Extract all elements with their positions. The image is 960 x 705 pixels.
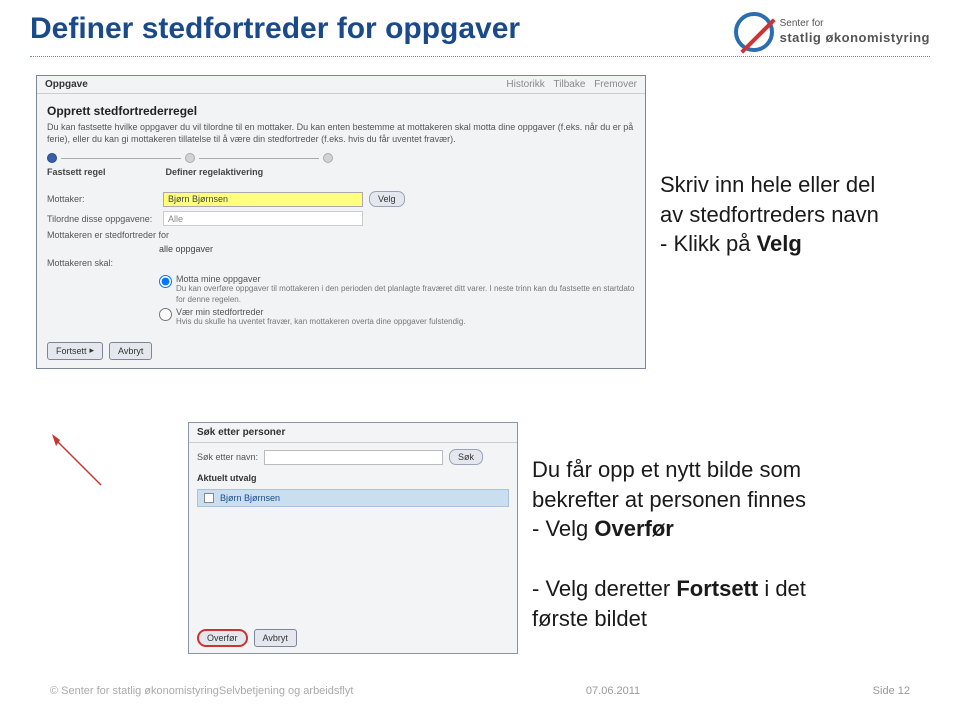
pointer-arrow [36, 440, 96, 480]
radio-stedfortreder-label: Vær min stedfortreder [176, 307, 466, 317]
skal-label: Mottakeren skal: [47, 258, 157, 268]
footer-left: © Senter for statlig økonomistyringSelvb… [50, 685, 353, 697]
step-2-label: Definer regelaktivering [166, 167, 264, 177]
footer-page: Side 12 [873, 685, 910, 697]
main-panel: Oppgave Historikk Tilbake Fremover Oppre… [36, 75, 646, 369]
annotation-3: - Velg deretter Fortsett i det første bi… [532, 574, 932, 633]
logo-line1: Senter for [780, 18, 930, 30]
radio-stedfortreder-sub: Hvis du skulle ha uventet fravær, kan mo… [176, 317, 466, 327]
mottaker-label: Mottaker: [47, 194, 157, 204]
tilordne-label: Tilordne disse oppgavene: [47, 214, 157, 224]
footer-date: 07.06.2011 [586, 685, 640, 697]
panel-top-left: Oppgave [45, 79, 88, 90]
step-1-label: Fastsett regel [47, 167, 106, 177]
overfor-button[interactable]: Overfør [197, 629, 248, 647]
back-link[interactable]: Tilbake [554, 79, 586, 90]
radio-stedfortreder[interactable] [159, 308, 172, 321]
search-input[interactable] [264, 450, 443, 465]
search-panel-head: Søk etter personer [189, 423, 517, 443]
search-result-row[interactable]: Bjørn Bjørnsen [197, 489, 509, 507]
result-checkbox-icon[interactable] [204, 493, 214, 503]
panel-desc: Du kan fastsette hvilke oppgaver du vil … [37, 122, 645, 153]
chevron-right-icon: ▸ [90, 345, 95, 356]
wizard-steps [37, 153, 645, 167]
step-2-bullet [185, 153, 195, 163]
page-title: Definer stedfortreder for oppgaver [30, 12, 520, 46]
radio-motta-label: Motta mine oppgaver [176, 274, 635, 284]
panel-heading: Opprett stedfortrederregel [37, 94, 645, 122]
result-name: Bjørn Bjørnsen [220, 493, 280, 503]
tilordne-input[interactable] [163, 211, 363, 226]
sf-label: Mottakeren er stedfortreder for [47, 230, 169, 240]
search-label: Søk etter navn: [197, 452, 258, 462]
logo-line2: statlig økonomistyring [780, 30, 930, 46]
avbryt-button-sub[interactable]: Avbryt [254, 629, 297, 647]
logo: Senter for statlig økonomistyring [734, 12, 930, 52]
footer: © Senter for statlig økonomistyringSelvb… [0, 685, 960, 697]
fortsett-button[interactable]: Fortsett▸ [47, 342, 103, 360]
annotation-2: Du får opp et nytt bilde som bekrefter a… [532, 455, 932, 544]
search-sub: Aktuelt utvalg [189, 471, 517, 485]
sok-button[interactable]: Søk [449, 449, 483, 465]
divider [30, 56, 930, 57]
panel-top-right: Historikk Tilbake Fremover [500, 79, 637, 90]
avbryt-button-main[interactable]: Avbryt [109, 342, 152, 360]
radio-motta-sub: Du kan overføre oppgaver til mottakeren … [176, 284, 635, 305]
velg-button[interactable]: Velg [369, 191, 405, 207]
forward-link[interactable]: Fremover [594, 79, 637, 90]
history-link[interactable]: Historikk [506, 79, 544, 90]
logo-icon [734, 12, 774, 52]
annotation-1: Skriv inn hele eller del av stedfortrede… [660, 170, 940, 259]
radio-motta[interactable] [159, 275, 172, 288]
step-1-bullet [47, 153, 57, 163]
sf-value: alle oppgaver [159, 244, 213, 254]
search-panel: Søk etter personer Søk etter navn: Søk A… [188, 422, 518, 654]
step-3-bullet [323, 153, 333, 163]
mottaker-input[interactable] [163, 192, 363, 207]
